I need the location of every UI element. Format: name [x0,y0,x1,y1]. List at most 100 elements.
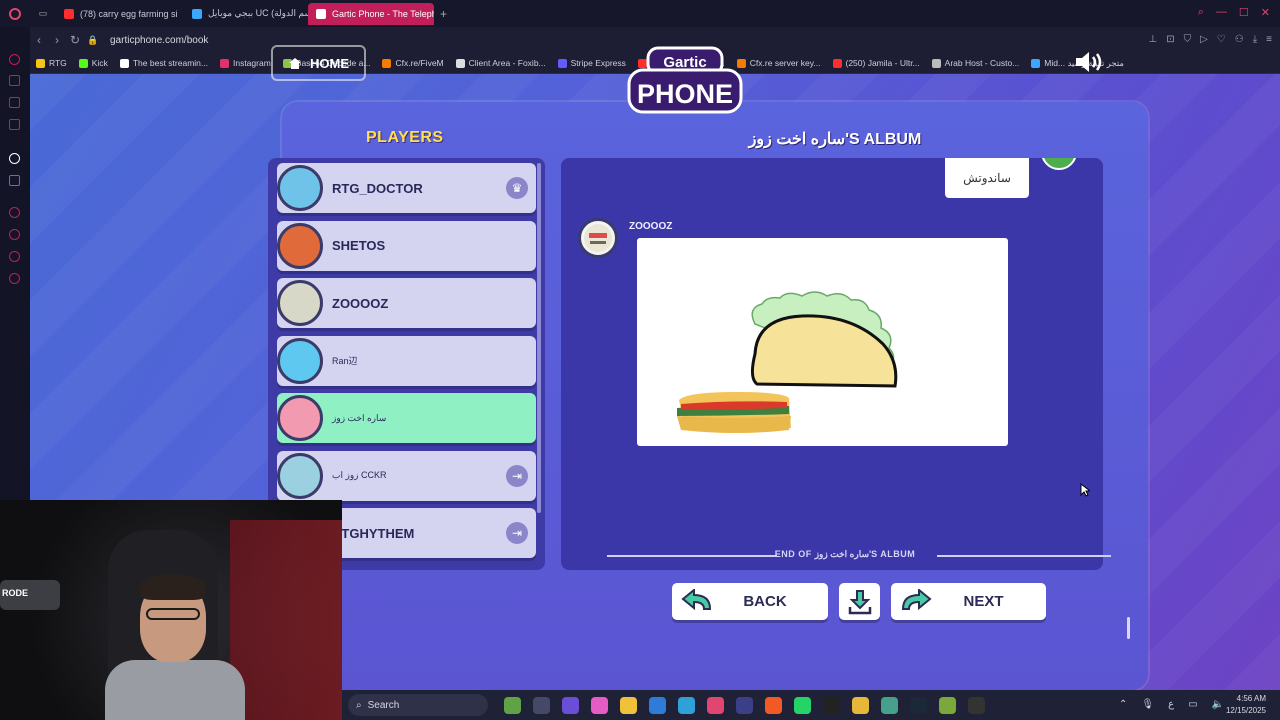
tab-menu-icon[interactable]: ▭ [30,8,56,19]
bookmark-item[interactable]: Cfx.re server key... [736,58,821,68]
opera-icon[interactable] [707,697,724,714]
sidebar-wallet-icon[interactable] [9,97,20,108]
player-row[interactable]: زوز اب CCKR ⇥ [277,450,536,501]
search-icon[interactable]: ⌕ [1198,6,1204,19]
sandwich-drawing [677,291,898,433]
back-nav-icon[interactable]: ‹ [30,33,48,47]
file-explorer-icon[interactable] [620,697,637,714]
sidebar-bag-icon[interactable] [9,75,20,86]
pin-icon[interactable]: ⊥ [1148,34,1157,45]
opera-logo-icon[interactable] [0,7,30,20]
monitor-icon[interactable]: ▭ [1188,699,1197,710]
sidebar-history-icon[interactable] [9,54,20,65]
sidebar-app-icon[interactable] [9,153,20,164]
taskbar-search[interactable]: ⌕ Search [348,694,488,716]
sidebar-twitch-icon[interactable] [9,175,20,186]
bookmark-label: Client Area - Foxib... [468,58,546,68]
heart-icon[interactable]: ♡ [1217,34,1226,45]
store-icon[interactable] [649,697,666,714]
close-icon[interactable]: ✕ [1261,6,1270,19]
player-avatar [277,165,323,211]
player-row[interactable]: ساره اخت زوز [277,393,536,443]
tab-youtube-egg[interactable]: (78) carry egg farming si [56,3,184,25]
app-icon[interactable] [968,697,985,714]
album-area: ساندوتش ZOOOOZ [561,158,1103,570]
bookmark-item[interactable]: (250) Jamila - Ultr... [832,58,920,68]
play-icon[interactable]: ▷ [1200,34,1208,45]
mic-brand-label: RODE [2,588,29,598]
tab-label: (78) carry egg farming si [80,8,178,19]
logo-top-text: Gartic [663,54,706,71]
copilot-icon[interactable] [591,697,608,714]
window-controls: ⌕ — ☐ ✕ [1198,6,1270,19]
menu-icon[interactable]: ≡ [1266,34,1272,45]
speaker-icon[interactable] [1074,50,1106,74]
player-row[interactable]: Ran辺 [277,335,536,386]
new-tab-button[interactable]: + [440,7,447,21]
brave-icon[interactable] [765,697,782,714]
task-view-icon[interactable] [533,697,550,714]
taskbar-clock[interactable]: 4:56 AM 12/15/2025 [1226,693,1266,717]
player-name: Ran辺 [332,356,358,366]
gartic-icon [316,8,326,19]
player-name: RTGHYTHEM [332,525,415,541]
language-indicator[interactable]: ع [1168,699,1174,710]
steam-icon[interactable] [910,697,927,714]
github-icon[interactable] [823,697,840,714]
exit-icon[interactable]: ⇥ [506,464,528,487]
bookmark-item[interactable]: Client Area - Foxib... [455,58,546,68]
app-icon[interactable] [736,697,753,714]
bookmark-item[interactable]: Stripe Express [557,58,626,68]
player-list-scrollbar[interactable] [537,163,541,513]
sidebar-extensions-icon[interactable] [9,251,20,262]
tab-pubg-uc[interactable]: ببجي موبايل UC (اسم الدولة [184,3,308,25]
bookmark-item[interactable]: Instagram [219,58,271,68]
player-row[interactable]: ZOOOOZ [277,278,536,328]
app-icon[interactable] [881,697,898,714]
back-label: BACK [743,593,787,610]
home-button[interactable]: HOME [271,45,366,81]
bookmark-item[interactable]: Kick [78,58,108,68]
reload-icon[interactable]: ↻ [66,33,84,47]
download-icon[interactable]: ⤓ [1253,34,1257,45]
volume-icon[interactable]: 🔈 [1212,699,1224,710]
profile-icon[interactable]: ⚇ [1235,34,1244,45]
player-row[interactable]: SHETOS [277,220,536,271]
tab-label: Gartic Phone - The Teleph [332,8,434,19]
bookmark-item[interactable]: Arab Host - Custo... [931,58,1019,68]
player-name: زوز اب CCKR [332,470,387,480]
whatsapp-icon[interactable] [794,697,811,714]
chrome-icon[interactable] [852,697,869,714]
player-row[interactable]: RTG_DOCTOR ♛ [277,163,536,213]
bookmark-label: (250) Jamila - Ultr... [845,58,920,68]
bookmark-item[interactable]: Cfx.re/FiveM [382,58,444,68]
shield-icon[interactable]: ⛉ [1184,34,1192,45]
sidebar-settings-icon[interactable] [9,273,20,284]
app-icon[interactable] [939,697,956,714]
discord-icon[interactable] [562,697,579,714]
gartic-phone-logo: Gartic PHONE [626,46,744,116]
exit-icon[interactable]: ⇥ [506,522,528,544]
sidebar-clock-icon[interactable] [9,229,20,240]
edge-icon[interactable] [678,697,695,714]
sidebar-player-icon[interactable] [9,207,20,218]
back-button[interactable]: BACK [672,583,828,620]
tab-gartic-phone[interactable]: Gartic Phone - The Teleph [308,2,434,25]
forward-nav-icon[interactable]: › [48,33,66,47]
download-album-button[interactable] [839,583,880,620]
sidebar-mail-icon[interactable] [9,119,20,130]
maximize-icon[interactable]: ☐ [1239,6,1249,19]
minimize-icon[interactable]: — [1216,6,1227,19]
bookmark-item[interactable]: The best streamin... [119,58,208,68]
crown-icon: ♛ [506,177,528,199]
album-scrollbar[interactable] [1127,617,1130,639]
app-icon[interactable] [504,697,521,714]
microphone-icon[interactable]: 🎙 [1141,699,1154,710]
next-button[interactable]: NEXT [891,583,1046,620]
bookmark-item[interactable]: RTG [36,58,67,68]
url-field[interactable]: garticphone.com/book [110,35,208,46]
bookmark-label: Instagram [232,58,271,68]
chevron-up-icon[interactable]: ⌃ [1119,699,1127,710]
drawing-author-name: ZOOOOZ [629,221,673,232]
snapshot-icon[interactable]: ⊡ [1166,34,1174,45]
